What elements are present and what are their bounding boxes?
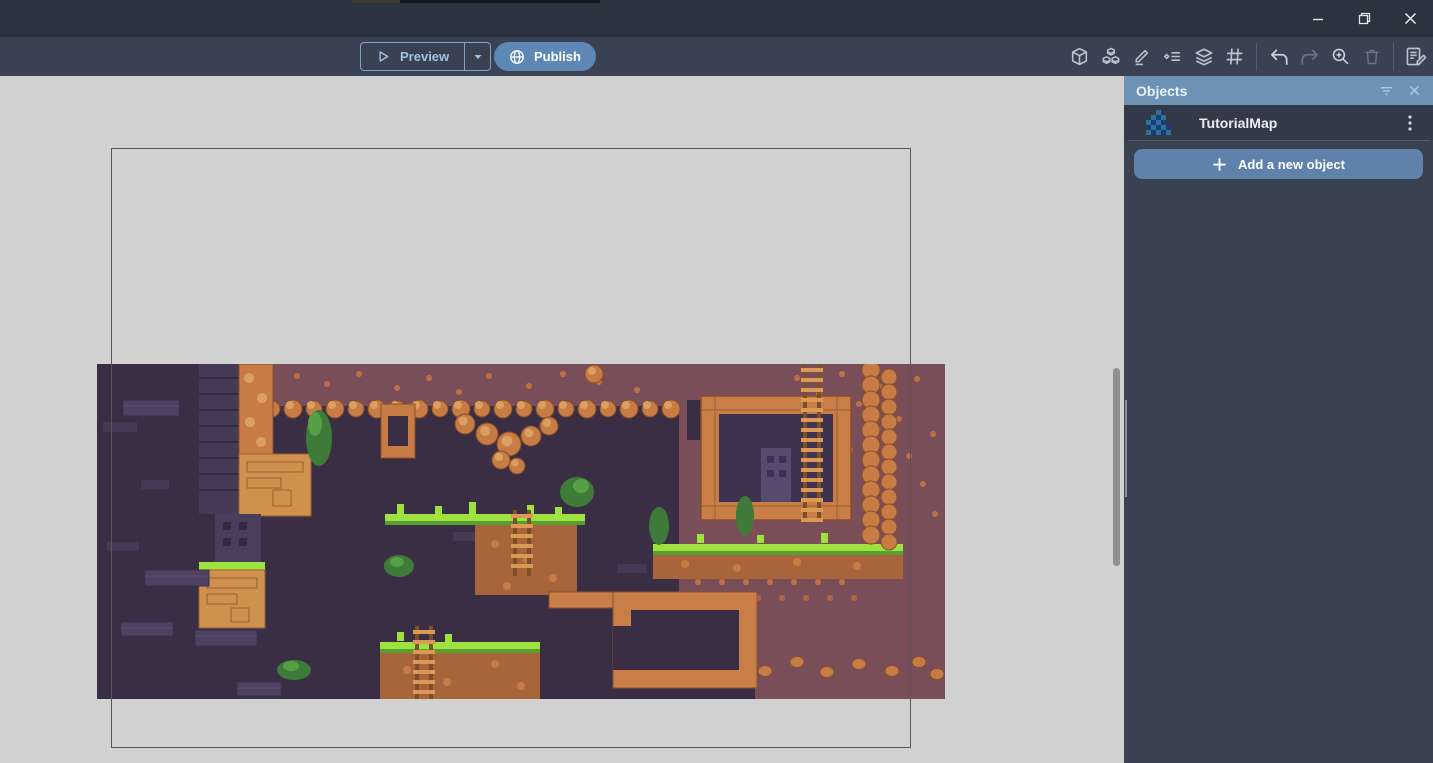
cube-icon: [1069, 46, 1090, 67]
redo-icon: [1299, 46, 1321, 68]
panel-divider: [1128, 140, 1429, 141]
kebab-menu-icon: [1403, 114, 1417, 132]
add-new-object-label: Add a new object: [1238, 157, 1345, 172]
close-button[interactable]: [1387, 0, 1433, 37]
layers-button[interactable]: [1191, 44, 1216, 69]
object-name: TutorialMap: [1199, 115, 1277, 131]
publish-button[interactable]: Publish: [494, 42, 596, 71]
redo-button[interactable]: [1297, 44, 1322, 69]
zoom-in-icon: [1330, 46, 1351, 67]
preview-split-button: Preview: [360, 42, 491, 71]
objects-panel-title: Objects: [1136, 83, 1187, 99]
toolbar-separator: [1256, 43, 1257, 71]
window-controls: [1295, 0, 1433, 37]
main-area: Objects TutorialMap Add a new object: [0, 76, 1433, 763]
panel-scrollbar[interactable]: [1125, 400, 1127, 497]
grid-button[interactable]: [1222, 44, 1247, 69]
objects-panel-header: Objects: [1124, 76, 1433, 105]
zoom-in-button[interactable]: [1328, 44, 1353, 69]
restore-icon: [1358, 12, 1371, 25]
close-icon: [1404, 12, 1417, 25]
publish-button-label: Publish: [534, 49, 581, 64]
titlebar: [0, 0, 1433, 37]
grid-icon: [1224, 46, 1245, 67]
add-new-object-button[interactable]: Add a new object: [1134, 149, 1423, 179]
titlebar-artifact-strip-dark: [400, 0, 600, 3]
delete-button[interactable]: [1359, 44, 1384, 69]
minimize-button[interactable]: [1295, 0, 1341, 37]
layers-icon: [1193, 46, 1215, 68]
undo-button[interactable]: [1266, 44, 1291, 69]
scene-edit-icon: [1404, 45, 1427, 68]
preview-options-button[interactable]: [464, 43, 490, 70]
scene-window-frame: [111, 148, 911, 748]
instances-list-button[interactable]: [1160, 44, 1185, 69]
tilemap-object-icon: [1146, 110, 1171, 135]
object-groups-icon: [1100, 46, 1122, 68]
globe-icon: [509, 49, 525, 65]
undo-icon: [1268, 46, 1290, 68]
trash-icon: [1362, 47, 1382, 67]
restore-button[interactable]: [1341, 0, 1387, 37]
canvas-vertical-scrollbar[interactable]: [1113, 368, 1120, 566]
scene-editor-canvas[interactable]: [0, 76, 1124, 763]
edit-scene-properties-button[interactable]: [1129, 44, 1154, 69]
objects-panel: Objects TutorialMap Add a new object: [1124, 76, 1433, 763]
minimize-icon: [1312, 13, 1324, 25]
plus-icon: [1212, 157, 1227, 172]
chevron-down-icon: [472, 51, 484, 63]
gdevelop-window: Preview Publish: [0, 0, 1433, 763]
pencil-icon: [1131, 46, 1152, 67]
object-list-item-tutorialmap[interactable]: TutorialMap: [1124, 105, 1433, 140]
panel-close-icon[interactable]: [1408, 84, 1421, 97]
edit-scene-button[interactable]: [1403, 44, 1428, 69]
play-icon: [376, 49, 391, 64]
object-groups-button[interactable]: [1098, 44, 1123, 69]
preview-button[interactable]: Preview: [361, 43, 464, 70]
titlebar-artifact-strip: [352, 0, 400, 3]
objects-panel-button[interactable]: [1067, 44, 1092, 69]
instances-list-icon: [1162, 46, 1183, 67]
filter-icon[interactable]: [1379, 84, 1394, 98]
toolbar-separator: [1393, 43, 1394, 71]
toolbar-icon-group: [1067, 37, 1428, 76]
toolbar: Preview Publish: [0, 37, 1433, 76]
object-options-button[interactable]: [1399, 112, 1421, 134]
preview-button-label: Preview: [400, 49, 449, 64]
